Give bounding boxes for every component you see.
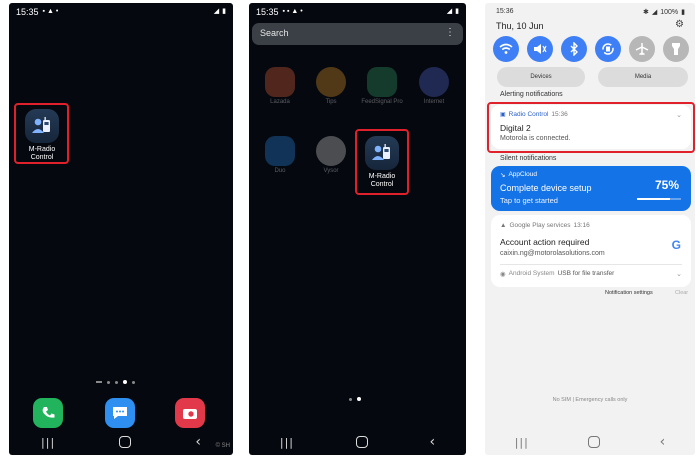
signal-icon: ◢ [651, 9, 658, 16]
silent-notifications-label: Silent notifications [500, 155, 557, 162]
notification-app-name: AppCloud [508, 171, 538, 178]
notification-app-name: Android System [508, 270, 555, 277]
status-bar: 15:35 ▪ ▲ • ◢ ▮ [9, 3, 233, 17]
date-label: Thu, 10 Jun [496, 21, 544, 31]
highlight-box [487, 102, 695, 153]
clear-button[interactable]: Clear [675, 290, 688, 296]
vysor-icon [316, 136, 346, 166]
notification-text: USB for file transfer [557, 270, 615, 277]
bluetooth-toggle-icon[interactable] [561, 36, 587, 62]
m-radio-control-app-icon[interactable]: M-Radio Control [18, 109, 66, 162]
feedsignal-icon [367, 67, 397, 97]
progress-fill [637, 198, 670, 200]
flashlight-toggle-icon[interactable] [663, 36, 689, 62]
home-screen: 15:35 ▪ ▲ • ◢ ▮ M-Radio Control ||| ‹ © … [9, 3, 233, 455]
navigation-bar: ||| ‹ [485, 429, 695, 455]
auto-rotate-toggle-icon[interactable] [595, 36, 621, 62]
notification-subtitle: Tap to get started [500, 196, 558, 205]
airplane-mode-toggle-icon[interactable] [629, 36, 655, 62]
google-play-small-icon: ▲ [500, 222, 507, 229]
quick-settings-row [493, 36, 689, 62]
ghost-app-vysor: Vysor [309, 136, 353, 175]
ghost-app-duo: Duo [258, 136, 302, 175]
network-status-footer: No SIM | Emergency calls only [552, 397, 628, 403]
notification-icons: ▪ ▲ • [42, 7, 59, 15]
messages-app-icon[interactable] [105, 398, 135, 428]
ghost-app-lazada: Lazada [258, 67, 302, 106]
progress-track [637, 198, 681, 200]
home-button[interactable] [119, 436, 132, 448]
bluetooth-status-icon: ✱ [642, 9, 649, 16]
notification-title: Account action required [500, 237, 590, 247]
back-button[interactable]: ‹ [430, 434, 436, 450]
appcloud-notification[interactable]: ↘ AppCloud Complete device setup Tap to … [491, 166, 691, 211]
radio-user-icon [365, 136, 399, 170]
devices-button[interactable]: Devices [497, 67, 585, 87]
search-bar[interactable]: Search ⋮ [252, 23, 463, 45]
back-button[interactable]: ‹ [660, 434, 666, 450]
media-button[interactable]: Media [598, 67, 688, 87]
battery-icon: ▮ [681, 9, 685, 16]
notification-panel-screen: 15:36 ✱ ◢ 100% ▮ Thu, 10 Jun ⚙ Devices M… [485, 3, 695, 455]
status-time: 15:35 [16, 6, 39, 17]
back-button[interactable]: ‹ [195, 434, 201, 450]
recents-button[interactable]: ||| [515, 436, 529, 449]
radio-user-icon [25, 109, 59, 143]
phone-app-icon[interactable] [33, 398, 63, 428]
app-drawer-screen: 15:35 ▪ ▪ ▲ • ◢ ▮ Search ⋮ Lazada Tips F… [249, 3, 466, 455]
notification-icons: ▪ ▪ ▲ • [282, 7, 303, 15]
status-bar: 15:35 ▪ ▪ ▲ • ◢ ▮ [249, 3, 466, 17]
settings-gear-icon[interactable]: ⚙ [675, 19, 684, 30]
google-logo-icon: G [671, 238, 681, 252]
recents-button[interactable]: ||| [41, 436, 55, 449]
lazada-icon [265, 67, 295, 97]
battery-percent: 100% [660, 8, 679, 16]
battery-icon: ▮ [455, 7, 459, 15]
status-time: 15:36 [496, 8, 514, 15]
signal-icon: ◢ [446, 7, 453, 15]
ghost-app-internet: Internet [412, 67, 456, 106]
notification-settings-button[interactable]: Notification settings [605, 290, 653, 296]
expand-chevron-icon[interactable]: ⌄ [676, 270, 682, 278]
notification-title: Complete device setup [500, 183, 592, 193]
m-radio-control-app-icon[interactable]: M-Radio Control [358, 136, 406, 189]
duo-icon [265, 136, 295, 166]
page-indicator [96, 380, 135, 384]
progress-percent: 75% [654, 178, 679, 192]
page-indicator [349, 397, 361, 401]
ghost-app-feedsignal: FeedSignal Pro [360, 67, 404, 106]
search-placeholder: Search [260, 28, 289, 38]
navigation-bar: ||| ‹ [9, 429, 233, 455]
notification-time: 13:16 [573, 222, 590, 229]
more-options-icon[interactable]: ⋮ [445, 28, 455, 40]
status-bar: 15:36 ✱ ◢ 100% ▮ [485, 3, 695, 16]
appcloud-small-icon: ↘ [500, 172, 506, 179]
notification-body: caixin.ng@motorolasolutions.com [500, 250, 605, 257]
android-system-icon: ◉ [500, 271, 506, 278]
home-button[interactable] [588, 436, 601, 448]
camera-app-icon[interactable] [175, 398, 205, 428]
wifi-toggle-icon[interactable] [493, 36, 519, 62]
signal-icon: ◢ [213, 7, 220, 15]
battery-icon: ▮ [222, 7, 226, 15]
notification-app-name: Google Play services [509, 222, 571, 229]
recents-button[interactable]: ||| [280, 436, 294, 449]
ghost-app-tips: Tips [309, 67, 353, 106]
google-play-notification[interactable]: ▲ Google Play services 13:16 Account act… [491, 215, 691, 287]
app-label: M-Radio Control [28, 146, 56, 161]
internet-icon [419, 67, 449, 97]
navigation-bar: ||| ‹ [249, 429, 466, 455]
app-label: M-Radio Control [368, 173, 396, 188]
divider [500, 264, 682, 265]
home-button[interactable] [355, 436, 368, 448]
tips-icon [316, 67, 346, 97]
status-time: 15:35 [256, 6, 279, 17]
alerting-notifications-label: Alerting notifications [500, 91, 563, 98]
sound-toggle-icon[interactable] [527, 36, 553, 62]
watermark: © SH [215, 443, 230, 449]
